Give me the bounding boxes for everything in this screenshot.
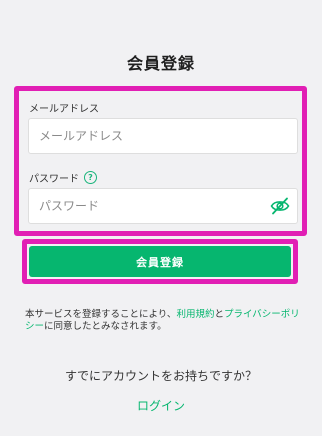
- terms-notice: 本サービスを登録することにより、利用規約とプライバシーポリシーに同意したとみなさ…: [25, 309, 305, 333]
- password-input[interactable]: [28, 188, 298, 224]
- terms-middle: と: [214, 309, 224, 320]
- eye-off-icon[interactable]: [270, 197, 290, 215]
- email-label-text: メールアドレス: [29, 104, 99, 115]
- login-link[interactable]: ログイン: [0, 397, 322, 414]
- terms-of-service-link[interactable]: 利用規約: [176, 309, 214, 320]
- email-label: メールアドレス: [29, 100, 99, 115]
- terms-prefix: 本サービスを登録することにより、: [25, 309, 177, 320]
- help-icon[interactable]: ?: [84, 171, 97, 184]
- terms-suffix: に同意したとみなされます。: [44, 321, 167, 332]
- signup-form: メールアドレス パスワード ?: [14, 86, 307, 236]
- password-label-text: パスワード: [29, 174, 79, 185]
- submit-highlight: 会員登録: [22, 239, 298, 284]
- email-input[interactable]: [28, 118, 298, 154]
- password-label: パスワード ?: [29, 170, 97, 185]
- register-button[interactable]: 会員登録: [29, 246, 291, 277]
- signup-page: 会員登録 メールアドレス パスワード ? 会員登録 本サービスを登録することによ…: [0, 0, 322, 436]
- page-title: 会員登録: [126, 54, 195, 73]
- login-prompt: すでにアカウントをお持ちですか？: [64, 369, 258, 383]
